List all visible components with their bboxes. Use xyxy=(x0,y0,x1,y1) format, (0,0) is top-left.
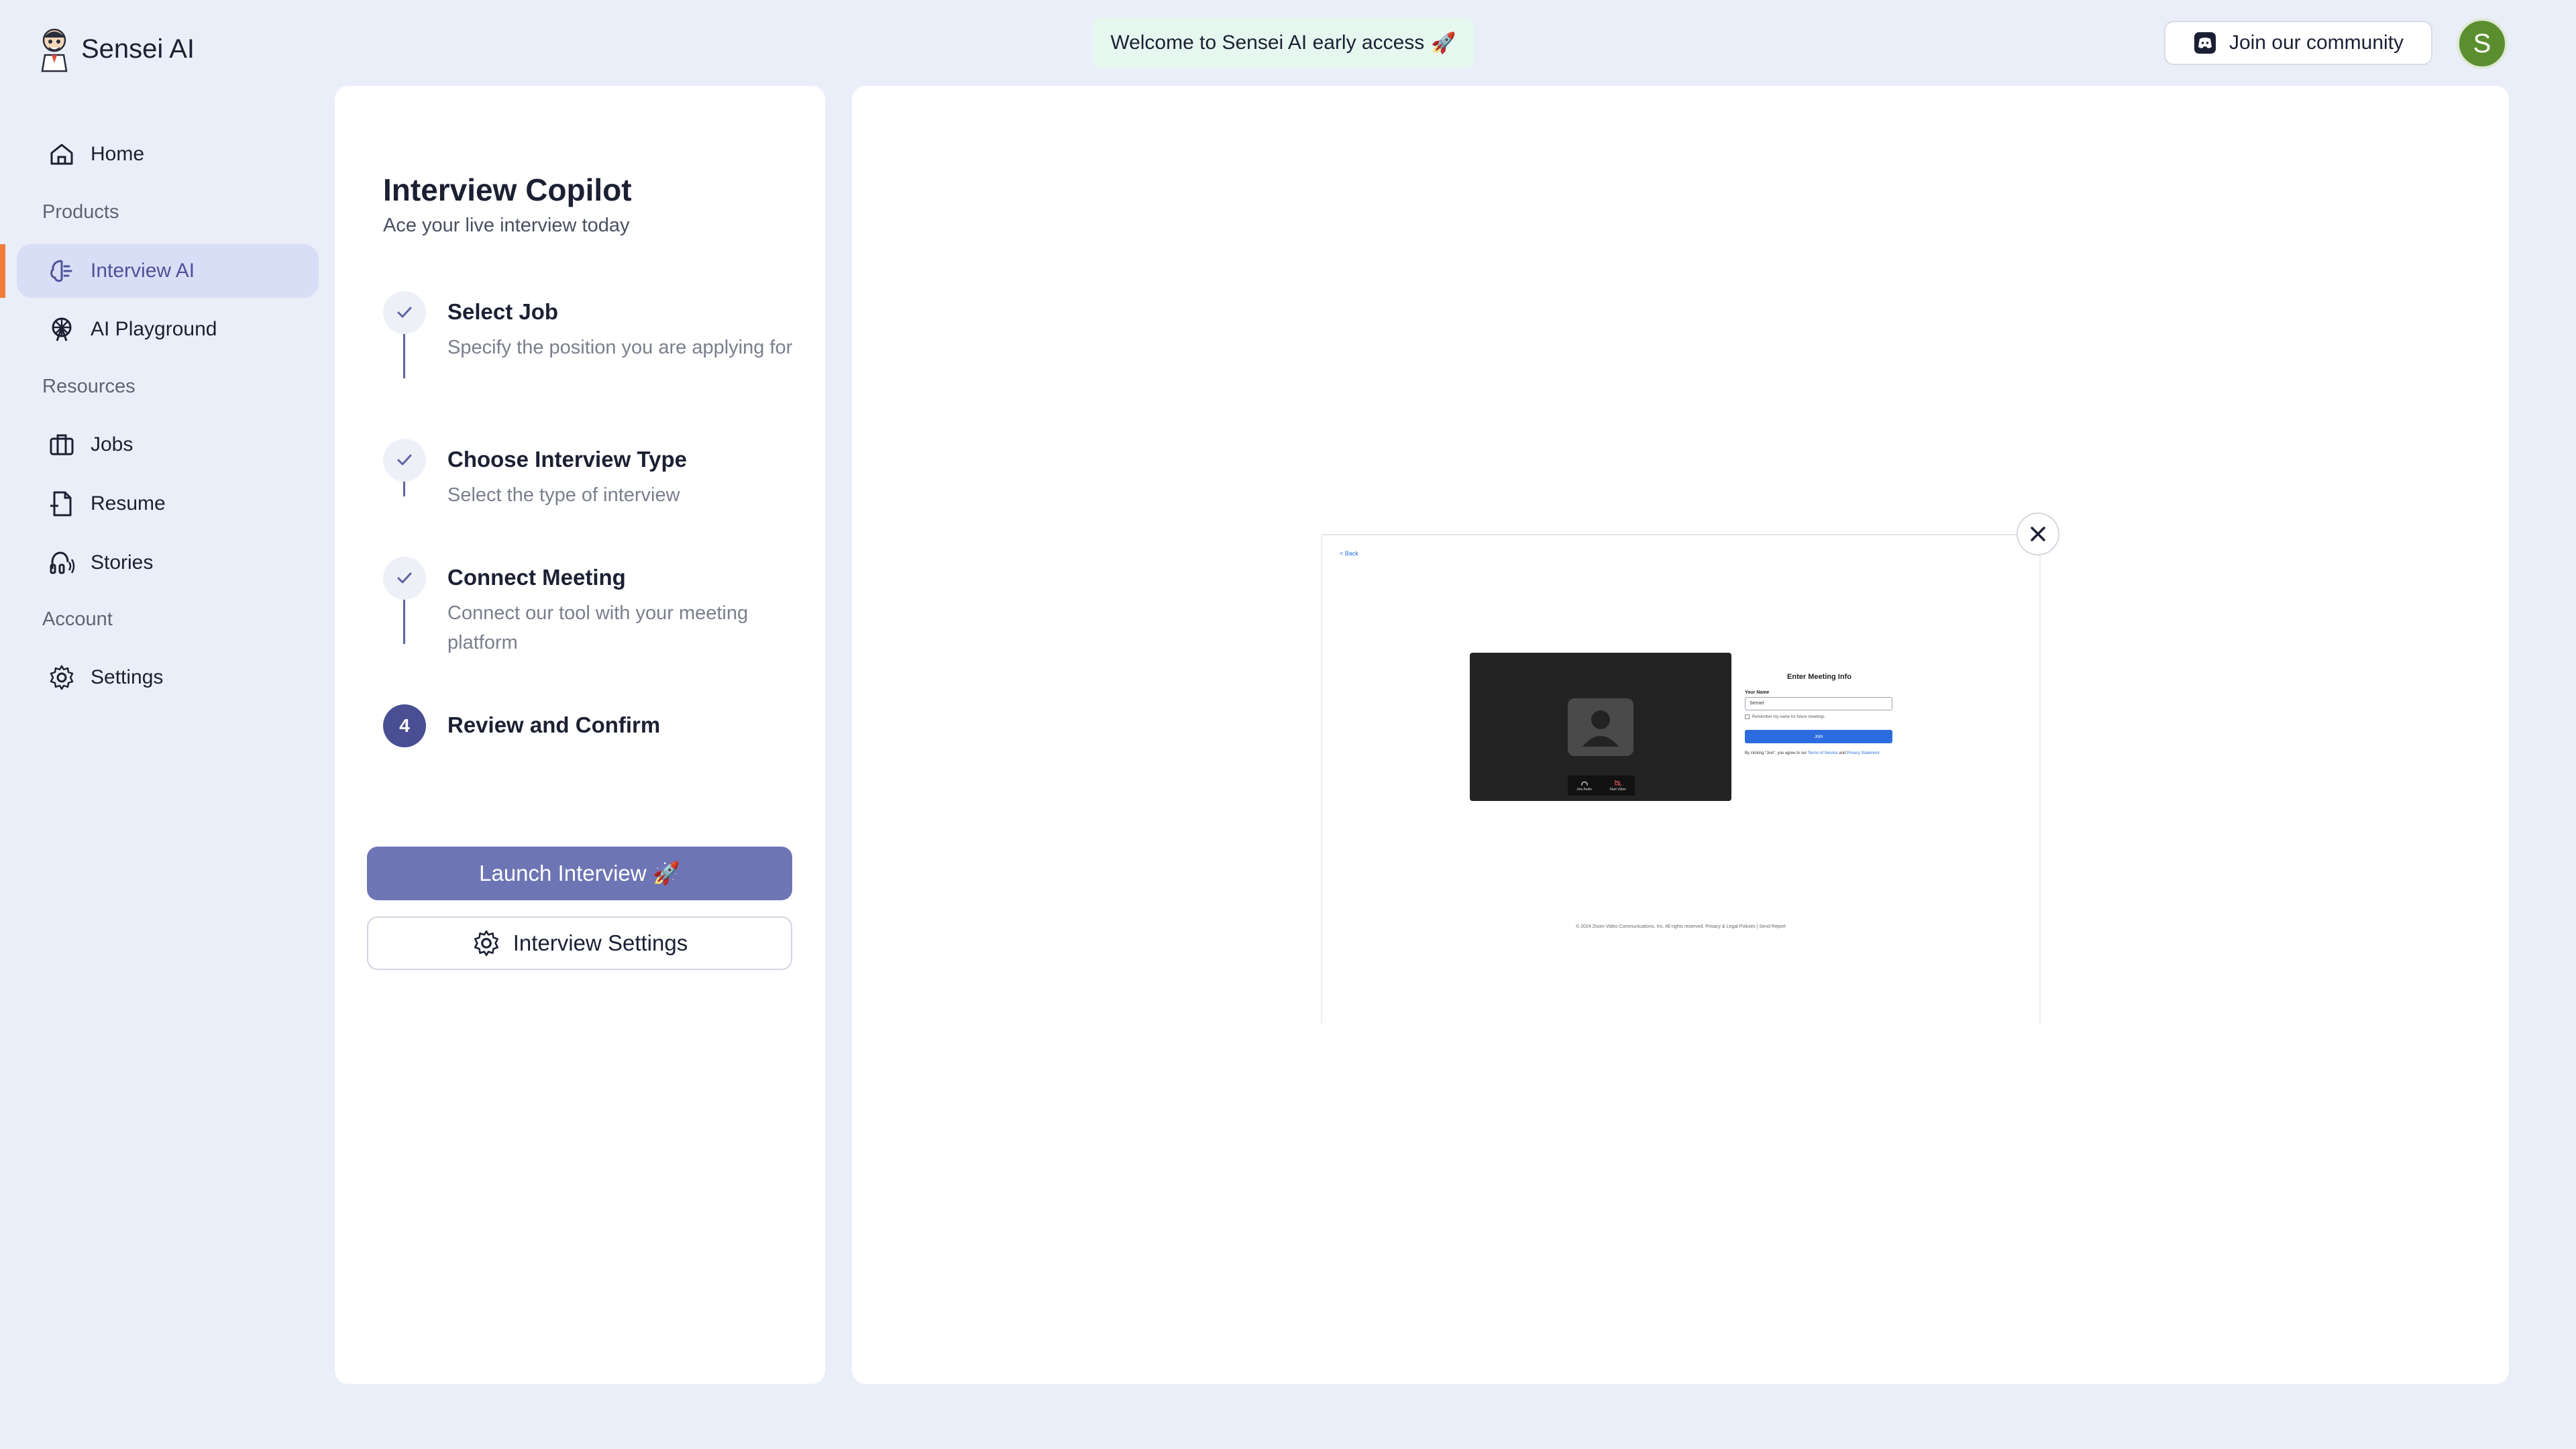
step-4-number[interactable]: 4 xyxy=(383,704,426,747)
video-controls: Join Audio Start Video xyxy=(1568,775,1635,796)
gear-icon xyxy=(50,665,74,690)
meeting-preview-panel: < Back Join Audio Start Video Enter Meet… xyxy=(852,86,2509,1384)
sidebar-item-label: Resume xyxy=(91,492,166,515)
banner-text: Welcome to Sensei AI early access xyxy=(1110,32,1425,54)
person-placeholder-icon xyxy=(1568,698,1633,756)
meeting-embed[interactable]: < Back Join Audio Start Video Enter Meet… xyxy=(1321,534,2041,1024)
step-4-title[interactable]: Review and Confirm xyxy=(447,712,660,738)
meeting-info-heading: Enter Meeting Info xyxy=(1787,673,1851,681)
step-3-title[interactable]: Connect Meeting xyxy=(447,565,626,590)
sidebar-item-label: Home xyxy=(91,143,145,165)
join-audio-control[interactable]: Join Audio xyxy=(1576,780,1592,792)
step-2-check-icon[interactable] xyxy=(383,439,426,482)
meeting-info-form: Enter Meeting Info Your Name Sensei Reme… xyxy=(1745,673,1894,757)
step-2-title[interactable]: Choose Interview Type xyxy=(447,447,687,472)
active-indicator xyxy=(0,244,5,298)
interview-settings-label: Interview Settings xyxy=(513,930,688,955)
ferris-wheel-icon xyxy=(52,317,72,341)
sidebar-item-label: AI Playground xyxy=(91,318,217,340)
terms-link[interactable]: Terms of Service xyxy=(1808,751,1838,755)
step-3-check-icon[interactable] xyxy=(383,557,426,600)
sidebar-item-settings[interactable]: Settings xyxy=(17,651,319,704)
video-preview: Join Audio Start Video xyxy=(1470,653,1731,801)
sidebar-item-resume[interactable]: Resume xyxy=(17,477,319,531)
close-preview-button[interactable] xyxy=(2017,513,2059,555)
home-icon xyxy=(50,144,73,165)
video-off-icon xyxy=(1614,780,1621,786)
name-input[interactable]: Sensei xyxy=(1745,697,1892,710)
avatar[interactable]: S xyxy=(2457,18,2508,69)
brand[interactable]: Sensei AI xyxy=(37,25,195,72)
step-1-check-icon[interactable] xyxy=(383,291,426,334)
join-community-button[interactable]: Join our community xyxy=(2164,21,2432,65)
sidebar-item-interview-ai[interactable]: Interview AI xyxy=(17,244,319,298)
privacy-link[interactable]: Privacy Statement xyxy=(1847,751,1880,755)
step-3-description: Connect our tool with your meeting platf… xyxy=(447,602,749,653)
sidebar-item-label: Jobs xyxy=(91,433,133,455)
close-icon xyxy=(2031,527,2045,541)
briefcase-icon xyxy=(50,434,74,455)
sidebar-item-stories[interactable]: Stories xyxy=(17,536,319,590)
sensei-mascot-icon xyxy=(41,28,68,72)
start-video-label: Start Video xyxy=(1609,787,1626,792)
back-link[interactable]: < Back xyxy=(1340,550,1358,557)
page-subtitle: Ace your live interview today xyxy=(383,215,630,236)
sidebar-item-home[interactable]: Home xyxy=(17,127,319,181)
step-1-description: Specify the position you are applying fo… xyxy=(447,337,793,358)
rocket-icon: 🚀 xyxy=(1431,32,1456,54)
launch-interview-button[interactable]: Launch Interview 🚀 xyxy=(367,847,792,900)
interview-settings-button[interactable]: Interview Settings xyxy=(367,916,792,970)
sidebar-item-jobs[interactable]: Jobs xyxy=(17,418,319,472)
step-1-title[interactable]: Select Job xyxy=(447,299,558,325)
join-button[interactable]: Join xyxy=(1745,730,1892,743)
remember-name-label: Remember my name for future meetings xyxy=(1752,714,1825,719)
welcome-banner: Welcome to Sensei AI early access 🚀 xyxy=(1092,17,1474,68)
terms-text: By clicking "Join", you agree to our Ter… xyxy=(1745,750,1894,757)
join-audio-label: Join Audio xyxy=(1576,787,1593,792)
podcast-icon xyxy=(50,551,75,574)
file-plus-icon xyxy=(50,491,72,517)
sidebar-section-products: Products xyxy=(42,201,119,223)
terms-prefix: By clicking "Join", you agree to our xyxy=(1745,751,1807,755)
step-2-description: Select the type of interview xyxy=(447,484,680,506)
sidebar-section-account: Account xyxy=(42,608,113,630)
headphones-icon xyxy=(1580,781,1588,786)
sidebar-item-ai-playground[interactable]: AI Playground xyxy=(17,303,319,356)
sidebar-item-label: Stories xyxy=(91,551,154,574)
join-community-label: Join our community xyxy=(2229,32,2404,54)
start-video-control[interactable]: Start Video xyxy=(1609,780,1626,792)
brand-name: Sensei AI xyxy=(81,34,195,64)
copilot-panel: Interview Copilot Ace your live intervie… xyxy=(335,86,825,1384)
terms-and: and xyxy=(1839,751,1846,755)
page-title: Interview Copilot xyxy=(383,172,632,207)
gear-icon xyxy=(474,930,498,957)
sidebar-section-resources: Resources xyxy=(42,376,136,397)
sidebar-item-label: Interview AI xyxy=(91,260,195,282)
embed-footer: © 2024 Zoom Video Communications, Inc. A… xyxy=(1576,924,1786,929)
remember-name-checkbox[interactable]: Remember my name for future meetings xyxy=(1745,714,1894,719)
checkbox-box[interactable] xyxy=(1745,714,1750,719)
name-label: Your Name xyxy=(1745,690,1770,695)
brain-icon xyxy=(50,260,72,282)
sidebar-item-label: Settings xyxy=(91,666,164,688)
discord-icon xyxy=(2194,32,2216,54)
